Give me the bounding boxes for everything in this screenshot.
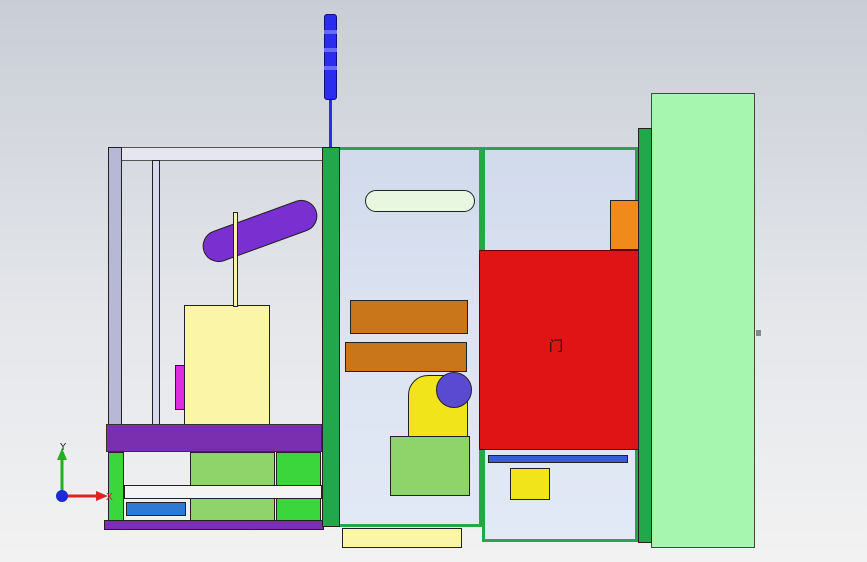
white-hose (365, 190, 475, 212)
right-lower-motor (510, 468, 550, 500)
door-label: 门 (549, 339, 563, 355)
signal-tower-light (324, 14, 337, 100)
orange-tray-top (350, 300, 468, 334)
left-base-plate (104, 520, 324, 530)
left-conveyor (106, 424, 322, 452)
beige-rod (233, 212, 238, 307)
magenta-block (175, 365, 185, 410)
signal-tower-pole (329, 100, 332, 150)
center-lower-green-panel (390, 436, 470, 496)
purple-arm (198, 195, 322, 267)
center-cell-post-left (322, 147, 340, 527)
green-cabinet (651, 93, 755, 548)
beige-panel (184, 305, 270, 425)
y-axis-label: Y (59, 442, 67, 453)
cabinet-handle (756, 330, 761, 336)
x-axis-label: X (106, 492, 113, 503)
left-base-rail (124, 485, 322, 499)
signal-tower-band (324, 48, 337, 52)
signal-tower-band (324, 30, 337, 34)
right-lower-strip (488, 455, 628, 463)
axis-triad: Y X (56, 442, 113, 503)
signal-tower-band (324, 66, 337, 70)
cad-viewport[interactable]: 门 Y X (0, 0, 867, 562)
left-frame-top (108, 147, 323, 161)
robot-joint (436, 372, 472, 408)
left-frame-post-inner (152, 160, 160, 430)
orange-tray-bottom (345, 342, 467, 372)
left-frame-post-outer (108, 147, 122, 437)
cabinet-side-strip (638, 128, 652, 543)
right-orange-block (610, 200, 640, 250)
z-axis-dot (56, 490, 68, 502)
left-blue-strip (126, 502, 186, 516)
center-base-beige (342, 528, 462, 548)
